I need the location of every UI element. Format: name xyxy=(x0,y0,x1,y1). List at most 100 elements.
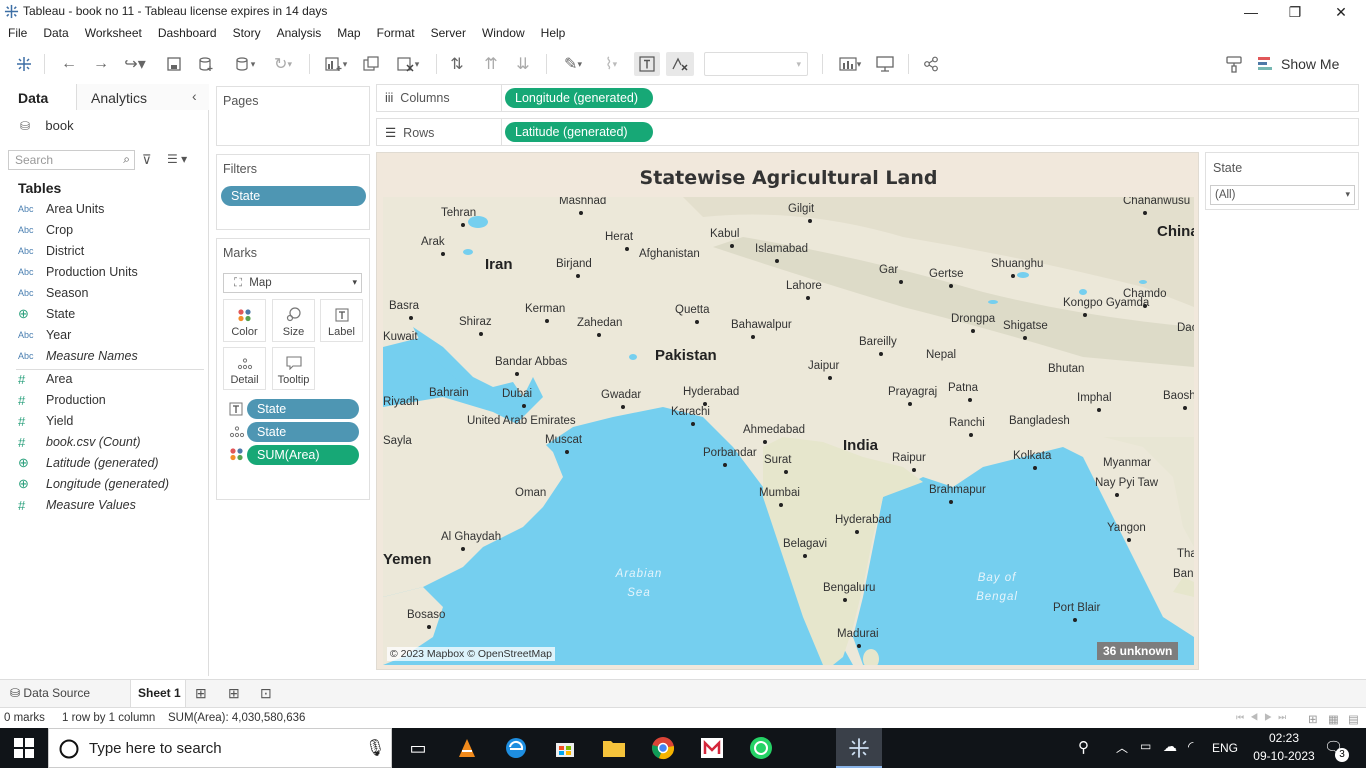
share-icon[interactable] xyxy=(920,52,942,76)
worksheet-view[interactable]: Statewise Agricultural Land Iran Pakista… xyxy=(376,152,1199,670)
clock-date[interactable]: 09-10-2023 xyxy=(1248,749,1320,763)
field-item[interactable]: # book.csv (Count) xyxy=(18,432,140,452)
field-item[interactable]: Abc Measure Names xyxy=(18,346,138,366)
new-worksheet-tab-icon[interactable]: ⊞ xyxy=(195,685,207,702)
field-item[interactable]: Abc Season xyxy=(18,283,88,303)
taskbar-search-input[interactable]: Type here to search 🎙 xyxy=(48,728,392,768)
label-button[interactable]: Label xyxy=(320,299,363,342)
show-me-button[interactable]: Show Me xyxy=(1258,52,1358,76)
menu-server[interactable]: Server xyxy=(423,24,474,44)
new-datasource-icon[interactable] xyxy=(196,52,216,76)
data-source-tab[interactable]: ⛁ Data Source xyxy=(0,680,128,707)
field-item[interactable]: Abc District xyxy=(18,241,84,261)
pause-updates-icon[interactable]: ▾ xyxy=(228,52,262,76)
duplicate-sheet-icon[interactable] xyxy=(360,52,382,76)
menu-map[interactable]: Map xyxy=(329,24,368,44)
chrome-icon[interactable] xyxy=(643,732,683,764)
fit-dropdown[interactable]: ▾ xyxy=(704,52,808,76)
group-members-icon[interactable]: ⌇ ▾ xyxy=(594,52,628,76)
refresh-icon[interactable]: ↻ ▾ xyxy=(266,52,300,76)
edge-icon[interactable] xyxy=(496,732,536,764)
clock-time[interactable]: 02:23 xyxy=(1262,731,1306,745)
menu-data[interactable]: Data xyxy=(35,24,76,44)
restore-button[interactable]: ❐ xyxy=(1272,0,1318,24)
swap-rows-columns-icon[interactable]: ⇅ xyxy=(446,52,468,76)
close-button[interactable]: ✕ xyxy=(1318,0,1364,24)
filters-card[interactable]: Filters State xyxy=(216,154,370,230)
tooltip-button[interactable]: Tooltip xyxy=(272,347,315,390)
windows-start-icon[interactable] xyxy=(14,738,34,761)
sheet-navigation-arrows[interactable]: ⏮◀▶⏭ xyxy=(1236,712,1292,723)
field-search-input[interactable]: Search ⌕ xyxy=(8,150,135,170)
show-mark-labels-icon[interactable] xyxy=(634,52,660,76)
pages-card[interactable]: Pages xyxy=(216,86,370,146)
map-attribution[interactable]: © 2023 Mapbox © OpenStreetMap xyxy=(387,647,555,661)
menu-format[interactable]: Format xyxy=(369,24,423,44)
field-item[interactable]: Abc Year xyxy=(18,325,71,345)
battery-icon[interactable]: ▭ xyxy=(1140,739,1151,753)
minimize-button[interactable]: — xyxy=(1228,0,1274,24)
field-item[interactable]: Abc Area Units xyxy=(18,199,104,219)
field-item[interactable]: ⊕ Latitude (generated) xyxy=(18,453,159,473)
field-item[interactable]: ⊕ State xyxy=(18,304,75,324)
marks-pill-state-label[interactable]: State xyxy=(247,399,359,419)
map-view[interactable]: Iran Pakistan India China Afghanistan Nepal Ba… xyxy=(383,197,1194,665)
new-worksheet-icon[interactable]: ▾ xyxy=(318,52,354,76)
columns-pill[interactable]: Longitude (generated) xyxy=(505,88,653,108)
menu-analysis[interactable]: Analysis xyxy=(269,24,330,44)
datasource-item[interactable]: ⛁ book xyxy=(20,118,74,133)
tableau-home-icon[interactable] xyxy=(12,52,36,76)
show-sheet-sorter-icon[interactable]: ▦ xyxy=(1328,712,1339,726)
store-icon[interactable] xyxy=(545,732,585,764)
format-painter-icon[interactable] xyxy=(1222,52,1246,76)
tableau-taskbar-icon[interactable] xyxy=(836,728,882,768)
view-options-icon[interactable]: ☰ ▾ xyxy=(167,152,187,166)
marks-pill-sum-area[interactable]: SUM(Area) xyxy=(247,445,359,465)
clear-sheet-icon[interactable]: ▾ xyxy=(390,52,426,76)
field-item[interactable]: ⊕ Longitude (generated) xyxy=(18,474,169,494)
menu-help[interactable]: Help xyxy=(533,24,574,44)
save-icon[interactable] xyxy=(164,52,184,76)
fix-axes-icon[interactable] xyxy=(666,52,694,76)
field-item[interactable]: # Area xyxy=(18,369,72,389)
sort-descending-icon[interactable]: ⇊ xyxy=(512,52,534,76)
menu-story[interactable]: Story xyxy=(225,24,269,44)
file-explorer-icon[interactable] xyxy=(594,732,634,764)
tab-sheet-1[interactable]: Sheet 1 xyxy=(130,680,186,707)
new-story-tab-icon[interactable]: ⊡ xyxy=(260,685,272,702)
microphone-icon[interactable]: 🎙 xyxy=(365,738,385,758)
undo-icon[interactable]: ← xyxy=(58,52,80,76)
fit-width-icon[interactable]: ▾ xyxy=(832,52,868,76)
redo-icon[interactable]: → xyxy=(90,52,112,76)
marks-pill-state-detail[interactable]: State xyxy=(247,422,359,442)
rows-pill[interactable]: Latitude (generated) xyxy=(505,122,653,142)
detail-button[interactable]: Detail xyxy=(223,347,266,390)
show-tabs-icon[interactable]: ▤ xyxy=(1348,712,1359,726)
filter-icon[interactable]: ⊽ xyxy=(142,152,152,168)
highlight-icon[interactable]: ✎ ▾ xyxy=(556,52,590,76)
field-item[interactable]: Abc Production Units xyxy=(18,262,138,282)
menu-file[interactable]: File xyxy=(0,24,35,44)
app-m-icon[interactable] xyxy=(692,732,732,764)
show-hidden-icons[interactable]: ︿ xyxy=(1116,739,1128,756)
mark-type-dropdown[interactable]: ⛶ Map ▾ xyxy=(223,273,362,293)
state-filter-dropdown[interactable]: (All) ▾ xyxy=(1210,185,1355,205)
collapse-pane-icon[interactable]: ‹ xyxy=(192,88,197,104)
show-filmstrip-icon[interactable]: ⊞ xyxy=(1308,712,1318,726)
people-icon[interactable]: ⚲ xyxy=(1078,738,1089,756)
tab-analytics[interactable]: Analytics xyxy=(76,84,209,110)
vlc-icon[interactable] xyxy=(447,732,487,764)
field-item[interactable]: # Yield xyxy=(18,411,73,431)
menu-window[interactable]: Window xyxy=(474,24,533,44)
sort-ascending-icon[interactable]: ⇈ xyxy=(480,52,502,76)
replay-icon[interactable]: ↪▾ xyxy=(120,52,150,76)
wifi-icon[interactable]: ◜ xyxy=(1188,738,1193,755)
tab-data[interactable]: Data xyxy=(0,84,76,110)
onedrive-icon[interactable]: ☁ xyxy=(1163,738,1177,755)
task-view-icon[interactable]: ▭ xyxy=(398,732,438,764)
language-indicator[interactable]: ENG xyxy=(1212,741,1238,755)
field-item[interactable]: Abc Crop xyxy=(18,220,73,240)
menu-worksheet[interactable]: Worksheet xyxy=(77,24,150,44)
unknown-indicator[interactable]: 36 unknown xyxy=(1097,642,1179,660)
size-button[interactable]: Size xyxy=(272,299,315,342)
